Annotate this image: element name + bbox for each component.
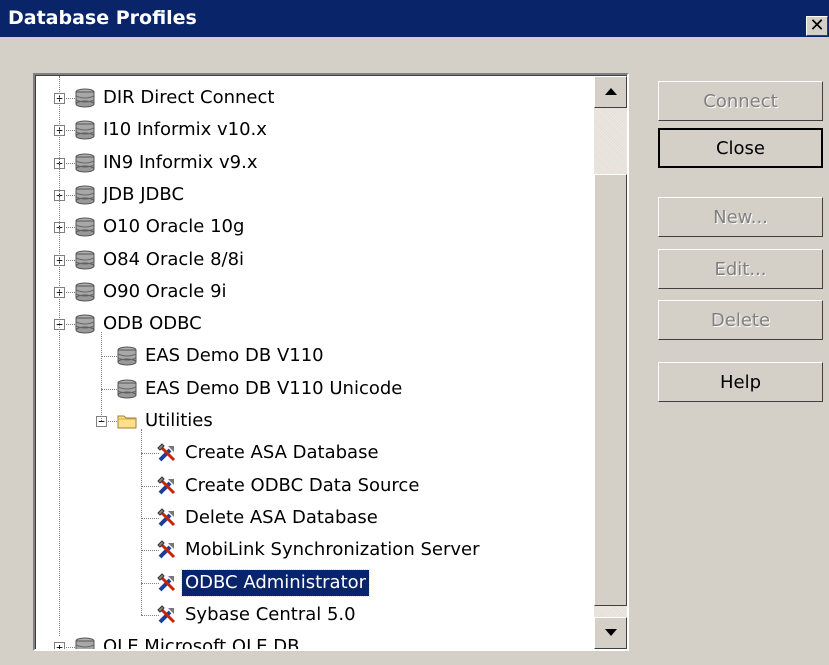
scroll-down-button[interactable] [594, 617, 627, 649]
tree-root-line [59, 76, 60, 636]
tree-item[interactable]: + O90 Oracle 9i [36, 276, 596, 308]
tree-grandchild-line [141, 429, 142, 615]
tree-item[interactable]: MobiLink Synchronization Server [36, 534, 596, 566]
tree-item-label: Delete ASA Database [185, 506, 378, 528]
tree-item[interactable]: ODBC Administrator [36, 567, 596, 599]
edit-button[interactable]: Edit... [658, 249, 823, 289]
tree-item-label: O90 Oracle 9i [103, 280, 227, 302]
expand-icon[interactable]: + [54, 642, 65, 649]
help-button[interactable]: Help [658, 362, 823, 402]
tree-item-label: MobiLink Synchronization Server [185, 539, 480, 561]
tree-folder[interactable]: − Utilities [36, 405, 596, 437]
new-button[interactable]: New... [658, 197, 823, 237]
tree-item-label: Utilities [145, 410, 213, 431]
tree-item-label: EAS Demo DB V110 Unicode [145, 377, 403, 399]
tree-item[interactable]: Sybase Central 5.0 [36, 599, 596, 631]
tree-item-label: Create ODBC Data Source [185, 474, 420, 496]
tree-item-label: EAS Demo DB V110 [145, 345, 324, 367]
tree-viewport: + DIR Direct Connect + I10 Informix v10.x + I… [35, 75, 627, 649]
tree-item-label: JDB JDBC [103, 183, 185, 205]
connect-button[interactable]: Connect [658, 81, 823, 121]
tree-item[interactable]: Create ODBC Data Source [36, 470, 596, 502]
close-window-button[interactable]: ✕ [806, 16, 828, 36]
tree-item-label: ODB ODBC [103, 313, 202, 335]
tree-item[interactable]: + OLE Microsoft OLE DB [36, 631, 596, 651]
tree-item[interactable]: + I10 Informix v10.x [36, 114, 596, 146]
tree-item-label: Create ASA Database [185, 442, 379, 464]
tree-item-label: O10 Oracle 10g [103, 216, 245, 238]
tree-item[interactable]: + O10 Oracle 10g [36, 211, 596, 243]
vertical-scrollbar[interactable] [594, 76, 627, 649]
tree-item[interactable]: + DIR Direct Connect [36, 82, 596, 114]
window-title: Database Profiles [8, 7, 197, 29]
tree-item[interactable]: − ODB ODBC [36, 308, 596, 340]
scroll-up-button[interactable] [594, 76, 627, 108]
tree-child-line [101, 332, 102, 421]
delete-button[interactable]: Delete [658, 300, 823, 340]
tree-item-label: O84 Oracle 8/8i [103, 248, 245, 270]
tree-item[interactable]: + IN9 Informix v9.x [36, 147, 596, 179]
tree-item-label: DIR Direct Connect [103, 87, 275, 108]
tree-item-label: ODBC Administrator [180, 568, 371, 597]
tree-item[interactable]: Create ASA Database [36, 437, 596, 469]
title-bar: Database Profiles ✕ [0, 0, 829, 37]
scroll-thumb[interactable] [594, 174, 627, 606]
tree-item-label: I10 Informix v10.x [103, 119, 267, 141]
arrow-up-icon [605, 88, 617, 95]
close-icon: ✕ [809, 15, 825, 35]
tree-item[interactable]: EAS Demo DB V110 Unicode [36, 373, 596, 405]
tree-item-label: OLE Microsoft OLE DB [103, 636, 300, 651]
profile-tree[interactable]: + DIR Direct Connect + I10 Informix v10.x + I… [33, 73, 629, 651]
tree-item-label: Sybase Central 5.0 [185, 603, 356, 625]
tree-item-label: IN9 Informix v9.x [103, 151, 258, 173]
tree-item[interactable]: + O84 Oracle 8/8i [36, 244, 596, 276]
close-button[interactable]: Close [658, 128, 823, 168]
arrow-down-icon [605, 629, 617, 636]
tree-item[interactable]: EAS Demo DB V110 [36, 340, 596, 372]
tree-item[interactable]: Delete ASA Database [36, 502, 596, 534]
tree-item[interactable]: + JDB JDBC [36, 179, 596, 211]
